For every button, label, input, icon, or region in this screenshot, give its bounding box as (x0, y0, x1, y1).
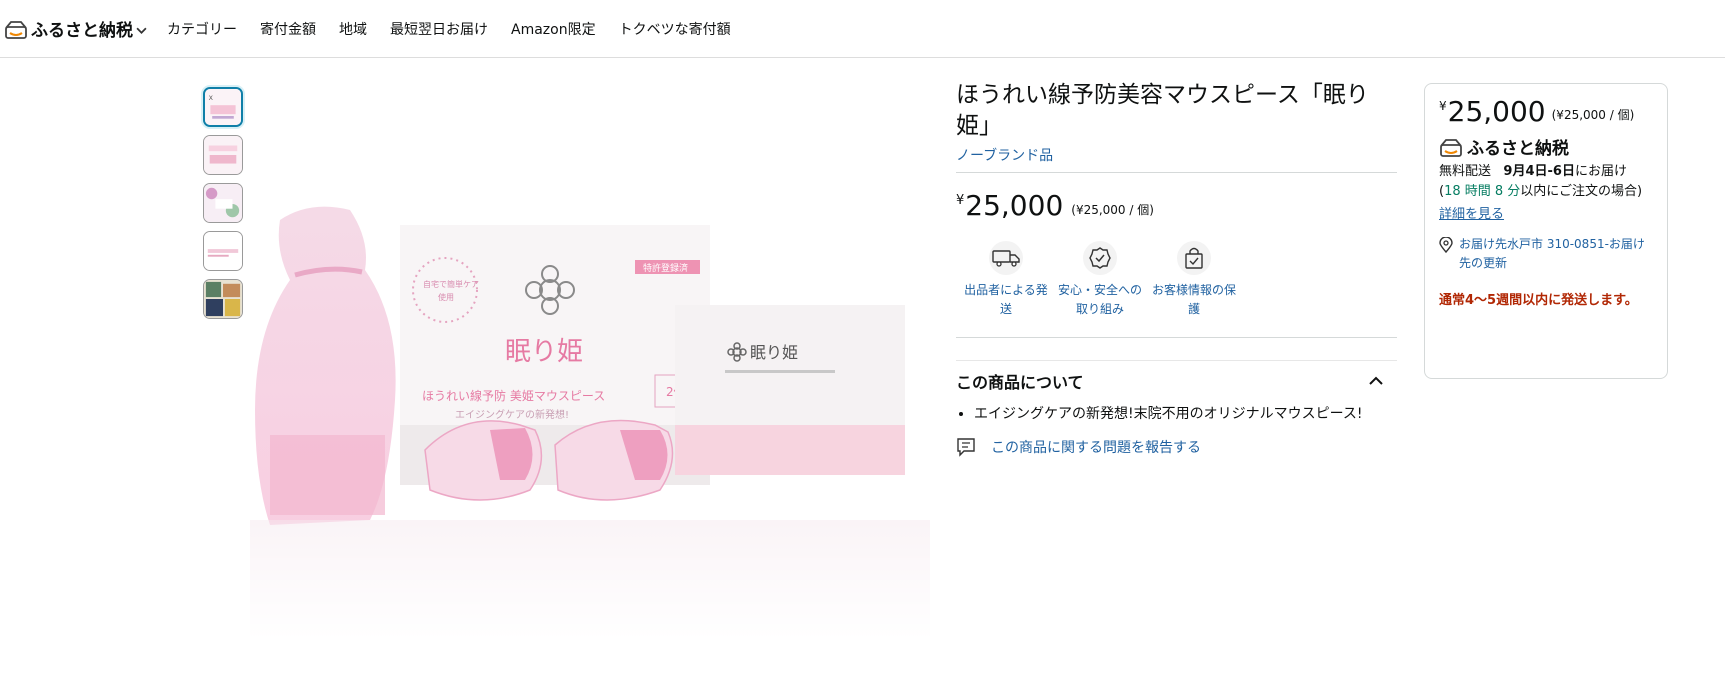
svg-text:眠り姫: 眠り姫 (505, 337, 583, 367)
countdown-timer: 18 時間 8 分 (1444, 184, 1521, 199)
top-nav: ふるさと納税 カテゴリー 寄付金額 地域 最短翌日お届け Amazon限定 トク… (0, 0, 1725, 58)
nav-link-category[interactable]: カテゴリー (167, 19, 237, 39)
nav-link-fastest-delivery[interactable]: 最短翌日お届け (390, 19, 488, 39)
feature-privacy[interactable]: お客様情報の保護 (1147, 241, 1241, 319)
red-tag-text: 特許登録済 (643, 262, 688, 274)
furusato-logo-icon (1440, 138, 1462, 157)
feature-label: お客様情報の保護 (1151, 283, 1236, 316)
unit-price: (¥25,000 / 個) (1551, 108, 1635, 122)
price-value: 25,000 (965, 189, 1064, 222)
delivery-location[interactable]: お届け先水戸市 310-0851-お届け先の更新 (1439, 235, 1653, 273)
svg-text:眠り姫: 眠り姫 (750, 343, 798, 362)
product-illustration: 特許登録済 自宅で簡単ケア 使用 眠り姫 ほうれい線予防 美姫マウスピース エイ… (250, 206, 930, 640)
shield-badge-icon (1083, 241, 1117, 275)
thumbnail-5[interactable] (203, 279, 243, 319)
feature-label: 出品者による発送 (964, 283, 1048, 316)
thumbnail-3[interactable] (203, 183, 243, 223)
chevron-up-icon (1369, 376, 1383, 385)
report-issue-link[interactable]: この商品に関する問題を報告する (956, 437, 1397, 457)
delivery-prefix: 無料配送 (1439, 164, 1492, 179)
nav-link-region[interactable]: 地域 (339, 19, 367, 39)
main-product-image[interactable]: 特許登録済 自宅で簡単ケア 使用 眠り姫 ほうれい線予防 美姫マウスピース エイ… (250, 180, 930, 640)
location-text: お届け先水戸市 310-0851-お届け先の更新 (1459, 237, 1645, 270)
svg-text:ほうれい線予防 美姫マウスピース: ほうれい線予防 美姫マウスピース (422, 388, 605, 403)
price-block: ¥ 25,000 (¥25,000 / 個) (956, 189, 1397, 223)
furusato-brand-menu[interactable]: ふるさと納税 (4, 14, 147, 44)
currency-symbol: ¥ (1439, 99, 1447, 113)
feature-seller-shipping[interactable]: 出品者による発送 (959, 241, 1053, 319)
report-flag-icon (957, 438, 975, 457)
nav-links: カテゴリー 寄付金額 地域 最短翌日お届け Amazon限定 トクベツな寄付額 (167, 19, 754, 39)
about-title: この商品について (956, 373, 1084, 392)
shipping-note: 通常4～5週間以内に発送します。 (1439, 293, 1638, 308)
buybox-brand-label: ふるさと納税 (1467, 139, 1569, 159)
delivery-date: 9月4日-6日 (1503, 164, 1575, 179)
currency-symbol: ¥ (956, 193, 965, 208)
truck-icon (989, 241, 1023, 275)
svg-text:使用: 使用 (438, 292, 454, 302)
delivery-info: 無料配送 9月4日-6日にお届け (18 時間 8 分以内にご注文の場合) (1439, 162, 1653, 202)
thumbnail-strip: X (203, 87, 243, 327)
buy-box: ¥ 25,000 (¥25,000 / 個) ふるさと納税 無料配送 9月4日-… (1424, 83, 1668, 379)
product-info: ほうれい線予防美容マウスピース「眠り姫」 ノーブランド品 ¥ 25,000 (¥… (956, 80, 1397, 457)
lock-bag-icon (1177, 241, 1211, 275)
thumbnail-4[interactable] (203, 231, 243, 271)
countdown-suffix: 以内にご注文の場合) (1520, 184, 1643, 199)
thumbnail-1[interactable]: X (203, 87, 243, 127)
divider (956, 337, 1397, 338)
report-label: この商品に関する問題を報告する (991, 440, 1201, 456)
buybox-price: ¥ 25,000 (¥25,000 / 個) (1439, 96, 1653, 128)
nav-link-amazon-exclusive[interactable]: Amazon限定 (511, 19, 596, 39)
about-section-toggle[interactable]: この商品について (956, 360, 1397, 393)
unit-price: (¥25,000 / 個) (1071, 203, 1154, 217)
delivery-suffix: にお届け (1574, 164, 1627, 179)
svg-text:エイジングケアの新発想!: エイジングケアの新発想! (455, 408, 569, 421)
thumbnail-2[interactable] (203, 135, 243, 175)
svg-text:X: X (209, 95, 214, 102)
furusato-logo-icon (5, 20, 27, 39)
feature-safety[interactable]: 安心・安全への取り組み (1053, 241, 1147, 319)
chevron-down-icon (136, 27, 147, 34)
divider (956, 172, 1397, 173)
bullet-item: エイジングケアの新発想!末院不用のオリジナルマウスピース! (974, 404, 1397, 424)
details-link[interactable]: 詳細を見る (1439, 203, 1504, 222)
brand-label: ふるさと納税 (31, 21, 133, 41)
svg-text:自宅で簡単ケア: 自宅で簡単ケア (423, 279, 479, 289)
feature-bullets: エイジングケアの新発想!末院不用のオリジナルマウスピース! (956, 404, 1397, 424)
brand-link[interactable]: ノーブランド品 (956, 145, 1053, 165)
feature-label: 安心・安全への取り組み (1057, 283, 1142, 316)
product-title: ほうれい線予防美容マウスピース「眠り姫」 (956, 82, 1369, 139)
nav-link-special-amount[interactable]: トクベツな寄付額 (619, 19, 731, 39)
nav-link-donation-amount[interactable]: 寄付金額 (260, 19, 316, 39)
trust-features: 出品者による発送 安心・安全への取り組み お客様情報の保護 (959, 241, 1397, 319)
price-value: 25,000 (1447, 95, 1546, 128)
buybox-brand: ふるさと納税 (1439, 134, 1653, 159)
location-pin-icon (1439, 237, 1453, 253)
